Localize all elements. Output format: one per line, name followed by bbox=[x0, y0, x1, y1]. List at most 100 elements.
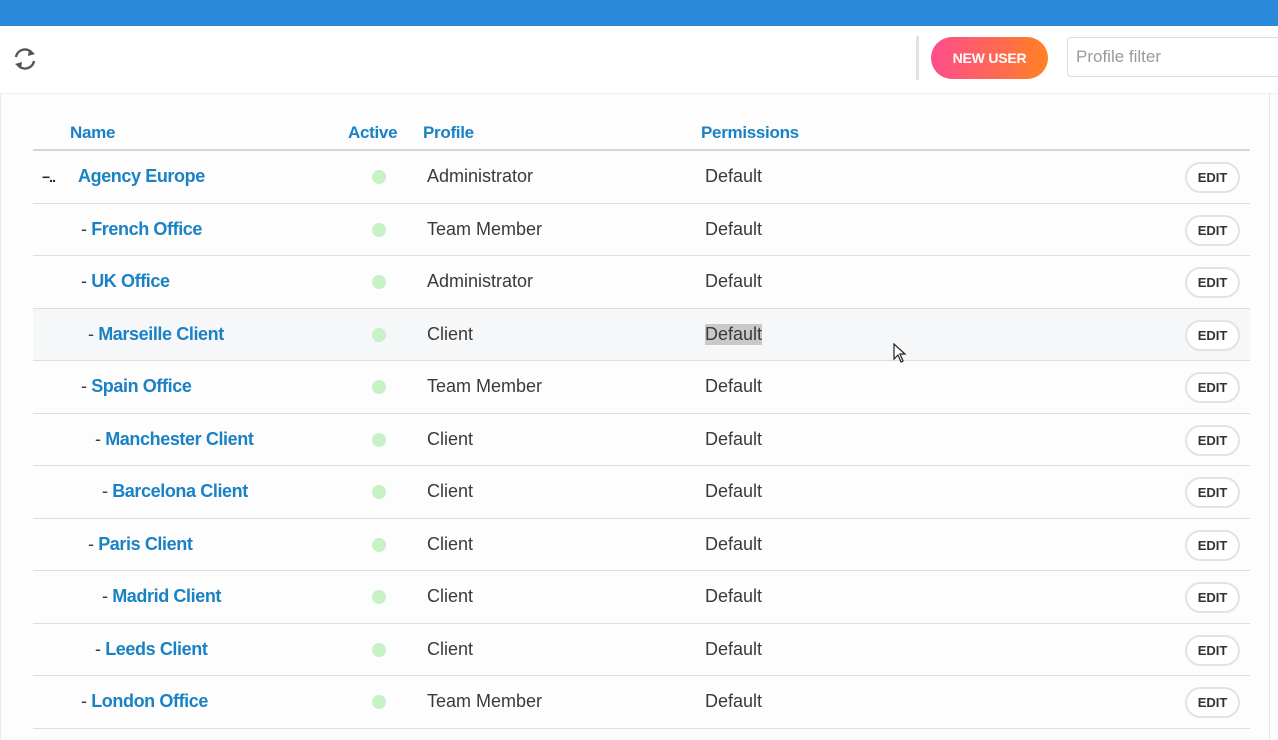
profile-cell: Team Member bbox=[427, 376, 543, 396]
column-header-active[interactable]: Active bbox=[348, 123, 398, 143]
user-name-link[interactable]: - Barcelona Client bbox=[102, 481, 248, 502]
user-name-link[interactable]: Agency Europe bbox=[78, 166, 205, 187]
edit-button[interactable]: EDIT bbox=[1185, 267, 1240, 298]
table-row: - Madrid Client Client Default EDIT bbox=[33, 571, 1250, 624]
indent-prefix: - bbox=[95, 638, 106, 659]
table-row: - Leeds Client Client Default EDIT bbox=[33, 624, 1250, 676]
profile-cell: Team Member bbox=[427, 218, 543, 239]
column-header-name[interactable]: Name bbox=[70, 123, 115, 143]
indent-prefix: - bbox=[81, 691, 92, 711]
profile-cell: Client bbox=[427, 533, 474, 554]
user-name[interactable]: French Office bbox=[91, 219, 202, 239]
user-name[interactable]: Marseille Client bbox=[98, 324, 224, 344]
user-name-link[interactable]: - Paris Client bbox=[88, 533, 193, 555]
permissions-cell: Default bbox=[705, 638, 763, 659]
active-status-dot bbox=[372, 590, 386, 604]
user-name[interactable]: Spain Office bbox=[91, 376, 192, 396]
active-status-dot bbox=[372, 222, 386, 237]
table-row: - London Office Team Member Default EDIT bbox=[33, 676, 1250, 729]
edit-button[interactable]: EDIT bbox=[1185, 424, 1240, 456]
permissions-cell: Default bbox=[705, 691, 763, 711]
user-name[interactable]: Madrid Client bbox=[112, 586, 221, 606]
table-row: - Paris Client Client Default EDIT bbox=[33, 519, 1250, 571]
indent-prefix: - bbox=[102, 586, 113, 606]
user-name[interactable]: Agency Europe bbox=[78, 166, 205, 186]
active-status-dot bbox=[372, 537, 386, 552]
active-status-dot bbox=[372, 327, 386, 342]
profile-cell: Client bbox=[427, 638, 474, 659]
collapse-icon[interactable]: −.. bbox=[42, 169, 56, 185]
edit-button[interactable]: EDIT bbox=[1185, 634, 1240, 666]
indent-prefix: - bbox=[81, 218, 92, 239]
indent-prefix: - bbox=[102, 481, 113, 501]
column-header-permissions[interactable]: Permissions bbox=[701, 123, 799, 143]
top-bar bbox=[0, 0, 1278, 26]
profile-cell: Client bbox=[427, 481, 474, 501]
users-table: Name Active Profile Permissions −.. Agen… bbox=[33, 94, 1250, 729]
permissions-cell: Default bbox=[705, 428, 763, 449]
permissions-cell: Default bbox=[705, 586, 763, 606]
refresh-icon[interactable] bbox=[12, 46, 38, 72]
user-name[interactable]: UK Office bbox=[91, 271, 170, 291]
user-name[interactable]: London Office bbox=[91, 691, 208, 711]
table-row: - Spain Office Team Member Default EDIT bbox=[33, 361, 1250, 414]
indent-prefix: - bbox=[88, 323, 99, 344]
user-name[interactable]: Leeds Client bbox=[105, 639, 208, 659]
permissions-cell: Default bbox=[705, 166, 763, 186]
table-row: - UK Office Administrator Default EDIT bbox=[33, 256, 1250, 309]
active-status-dot bbox=[372, 642, 386, 657]
indent-prefix: - bbox=[88, 533, 99, 554]
new-user-button[interactable]: NEW USER bbox=[931, 37, 1048, 79]
edit-button[interactable]: EDIT bbox=[1185, 582, 1240, 613]
indent-prefix: - bbox=[81, 376, 92, 396]
profile-cell: Client bbox=[427, 586, 474, 606]
toolbar: NEW USER bbox=[0, 26, 1278, 94]
table-row: - Manchester Client Client Default EDIT bbox=[33, 414, 1250, 466]
permissions-cell: Default bbox=[705, 271, 763, 291]
profile-cell: Administrator bbox=[427, 166, 534, 186]
active-status-dot bbox=[372, 485, 386, 499]
users-panel: Name Active Profile Permissions −.. Agen… bbox=[0, 94, 1278, 740]
table-row: - French Office Team Member Default EDIT bbox=[33, 204, 1250, 256]
active-status-dot bbox=[372, 432, 386, 447]
user-name-link[interactable]: - Manchester Client bbox=[95, 428, 254, 450]
permissions-cell: Default bbox=[705, 481, 763, 501]
edit-button[interactable]: EDIT bbox=[1185, 162, 1240, 193]
edit-button[interactable]: EDIT bbox=[1185, 372, 1240, 403]
user-name[interactable]: Paris Client bbox=[98, 534, 193, 554]
table-row: −.. Agency Europe Administrator Default … bbox=[33, 151, 1250, 204]
permissions-cell: Default bbox=[705, 533, 763, 554]
profile-cell: Client bbox=[427, 428, 474, 449]
panel-right-border bbox=[1269, 94, 1270, 740]
table-row-hovered: - Marseille Client Client Default EDIT bbox=[33, 308, 1250, 361]
profile-cell: Client bbox=[427, 323, 474, 344]
user-name[interactable]: Manchester Client bbox=[105, 429, 254, 449]
edit-button[interactable]: EDIT bbox=[1185, 214, 1240, 246]
column-header-profile[interactable]: Profile bbox=[423, 123, 474, 143]
permissions-cell: Default bbox=[705, 218, 763, 239]
indent-prefix: - bbox=[95, 428, 106, 449]
user-name-link[interactable]: - Spain Office bbox=[81, 376, 192, 397]
mouse-cursor-icon bbox=[893, 343, 907, 363]
active-status-dot bbox=[372, 695, 386, 709]
edit-button[interactable]: EDIT bbox=[1185, 477, 1240, 508]
profile-filter-input[interactable] bbox=[1067, 37, 1278, 77]
permissions-cell-selected: Default bbox=[705, 323, 763, 345]
indent-prefix: - bbox=[81, 271, 92, 291]
edit-button[interactable]: EDIT bbox=[1185, 529, 1240, 561]
toolbar-divider bbox=[916, 36, 919, 80]
profile-cell: Administrator bbox=[427, 271, 534, 291]
user-name-link[interactable]: - Leeds Client bbox=[95, 638, 208, 660]
user-name-link[interactable]: - Marseille Client bbox=[88, 324, 224, 345]
table-header: Name Active Profile Permissions bbox=[33, 94, 1250, 151]
user-name-link[interactable]: - London Office bbox=[81, 691, 208, 712]
permissions-cell: Default bbox=[705, 376, 763, 396]
user-name-link[interactable]: - Madrid Client bbox=[102, 586, 221, 607]
user-name[interactable]: Barcelona Client bbox=[112, 481, 248, 501]
edit-button[interactable]: EDIT bbox=[1185, 687, 1240, 718]
user-name-link[interactable]: - French Office bbox=[81, 219, 202, 240]
active-status-dot bbox=[372, 275, 386, 289]
edit-button[interactable]: EDIT bbox=[1185, 319, 1240, 351]
user-name-link[interactable]: - UK Office bbox=[81, 271, 170, 292]
table-row: - Barcelona Client Client Default EDIT bbox=[33, 466, 1250, 519]
